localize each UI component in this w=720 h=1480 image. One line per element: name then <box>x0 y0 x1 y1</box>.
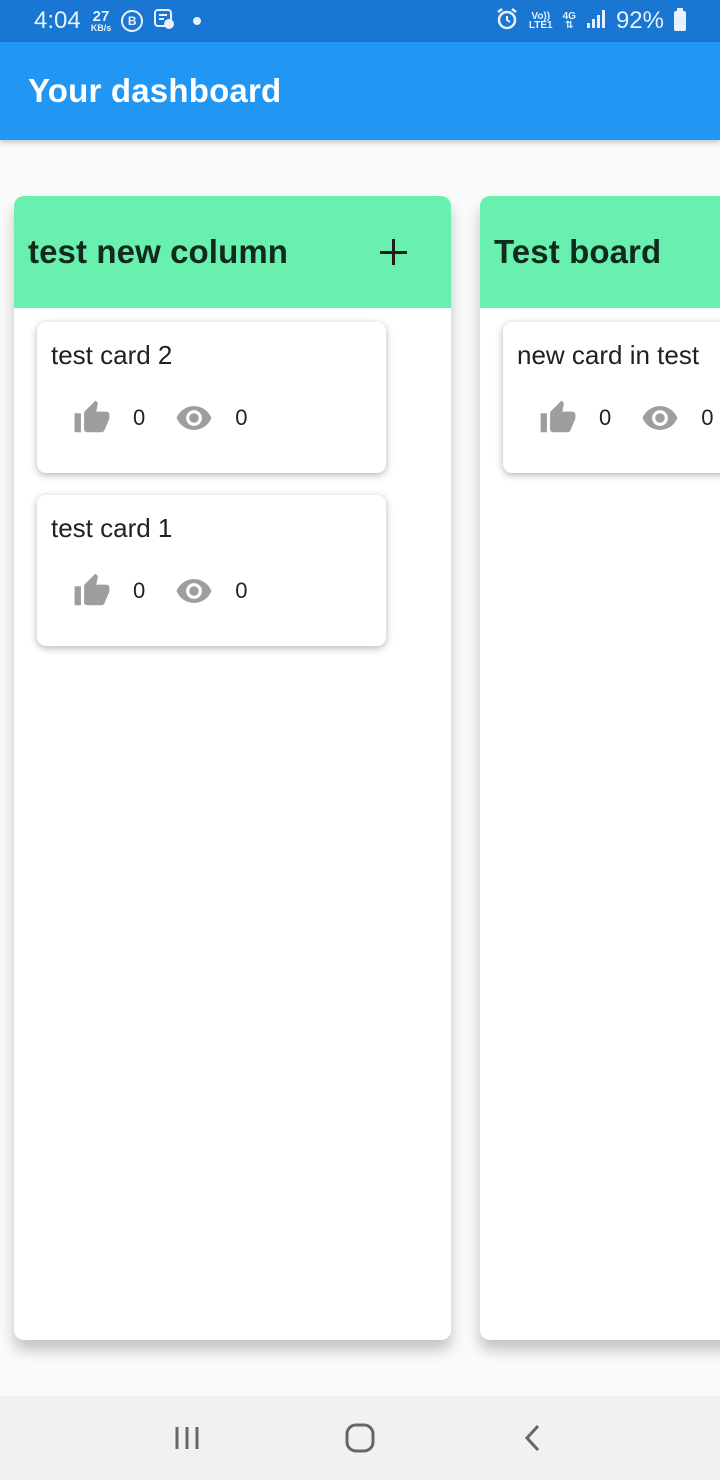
card-stats: 0 0 <box>537 398 720 438</box>
card-title: test card 1 <box>51 513 173 543</box>
status-bar-left: 4:04 27 KB/s B <box>34 7 202 35</box>
column-header: Test board <box>480 196 720 308</box>
home-icon <box>345 1423 375 1453</box>
card-test-card-2[interactable]: test card 2 0 0 <box>37 322 386 473</box>
view-count: 0 <box>235 405 248 430</box>
card-stats: 0 0 <box>71 571 276 611</box>
page-title: Your dashboard <box>28 72 282 109</box>
card-title: test card 2 <box>51 340 173 370</box>
lte-label: LTE1 <box>528 20 553 31</box>
system-nav-bar <box>0 1396 720 1480</box>
card-test-card-1[interactable]: test card 1 0 0 <box>37 495 386 646</box>
alarm-icon <box>495 7 519 36</box>
signal-strength-icon <box>586 9 606 34</box>
like-count: 0 <box>133 578 146 603</box>
b-app-icon: B <box>121 10 144 32</box>
column-title: Test board <box>494 233 662 270</box>
app-bar: Your dashboard <box>0 42 720 140</box>
thumbs-up-icon[interactable] <box>537 398 579 438</box>
battery-icon <box>674 8 686 31</box>
volte-indicator: Vo)) LTE1 <box>528 12 553 31</box>
column-test-board: Test board new card in test 0 0 <box>480 196 720 1340</box>
battery-percent: 92% <box>615 7 664 34</box>
board[interactable]: test new column test card 2 0 0 test car… <box>0 140 720 1396</box>
mobile-data-indicator: 4G ⇅ <box>563 12 576 31</box>
card-title: new card in test <box>517 340 700 370</box>
eye-icon <box>173 571 215 611</box>
column-header: test new column <box>14 196 451 308</box>
back-button[interactable] <box>503 1413 563 1463</box>
thumbs-up-icon[interactable] <box>71 398 113 438</box>
column-test-new-column: test new column test card 2 0 0 test car… <box>14 196 451 1340</box>
notification-app-icon <box>153 8 175 35</box>
recent-apps-button[interactable] <box>157 1413 217 1463</box>
app-root: 4:04 27 KB/s B Vo)) LTE1 4G ⇅ 92% Your d… <box>0 0 720 1480</box>
card-new-card-in-test[interactable]: new card in test 0 0 <box>503 322 720 473</box>
data-arrows-icon: ⇅ <box>565 20 574 31</box>
like-count: 0 <box>599 405 612 430</box>
status-bar-right: Vo)) LTE1 4G ⇅ 92% <box>495 7 686 36</box>
eye-icon <box>639 398 681 438</box>
add-card-button[interactable] <box>377 235 411 269</box>
like-count: 0 <box>133 405 146 430</box>
notification-dot <box>193 17 202 25</box>
network-speed-unit: KB/s <box>90 22 112 33</box>
thumbs-up-icon[interactable] <box>71 571 113 611</box>
view-count: 0 <box>235 578 248 603</box>
card-stats: 0 0 <box>71 398 276 438</box>
network-speed: 27 KB/s <box>90 8 112 33</box>
view-count: 0 <box>701 405 714 430</box>
network-speed-value: 27 <box>92 8 110 26</box>
back-icon <box>525 1424 540 1452</box>
status-bar: 4:04 27 KB/s B Vo)) LTE1 4G ⇅ 92% <box>0 0 720 42</box>
eye-icon <box>173 398 215 438</box>
column-title: test new column <box>28 233 289 270</box>
recent-apps-icon <box>175 1427 199 1449</box>
status-time: 4:04 <box>34 7 81 34</box>
home-button[interactable] <box>330 1413 390 1463</box>
